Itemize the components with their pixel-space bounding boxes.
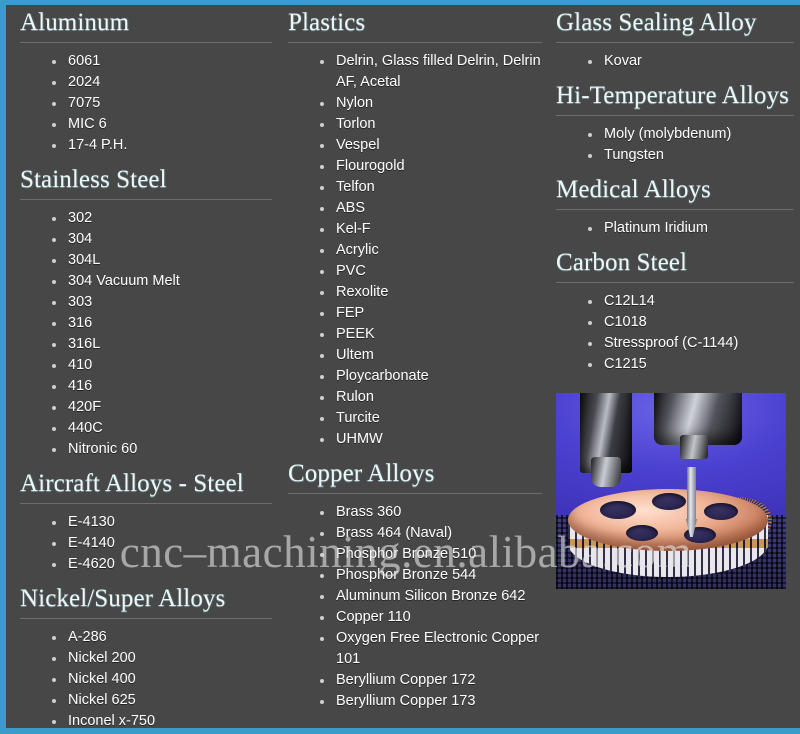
material-list-medical-alloys: Platinum Iridium (556, 218, 794, 239)
spindle-right (654, 393, 742, 459)
list-item: Inconel x-750 (50, 711, 272, 728)
list-item: Flourogold (318, 156, 542, 177)
material-list-plastics: Delrin, Glass filled Delrin, Delrin AF, … (288, 51, 542, 450)
list-item: Rexolite (318, 282, 542, 303)
list-item: C1018 (586, 312, 794, 333)
list-item: Telfon (318, 177, 542, 198)
section-title-carbon-steel: Carbon Steel (556, 249, 794, 283)
list-item: MIC 6 (50, 114, 272, 135)
workpiece-hole (652, 493, 686, 510)
list-item: Vespel (318, 135, 542, 156)
section-title-nickel-super-alloys: Nickel/Super Alloys (20, 585, 272, 619)
list-item: 6061 (50, 51, 272, 72)
list-item: UHMW (318, 429, 542, 450)
list-item: C12L14 (586, 291, 794, 312)
list-item: C1215 (586, 354, 794, 375)
cnc-machining-photo (556, 393, 786, 589)
material-list-copper-alloys: Brass 360 Brass 464 (Naval) Phosphor Bro… (288, 502, 542, 712)
list-item: PEEK (318, 324, 542, 345)
workpiece-hole (626, 525, 658, 541)
list-item: Beryllium Copper 173 (318, 691, 542, 712)
list-item: Torlon (318, 114, 542, 135)
list-item: Platinum Iridium (586, 218, 794, 239)
section-title-medical-alloys: Medical Alloys (556, 176, 794, 210)
list-item: E-4620 (50, 554, 272, 575)
list-item: Nitronic 60 (50, 439, 272, 460)
list-item: Aluminum Silicon Bronze 642 (318, 586, 542, 607)
section-title-hi-temperature-alloys: Hi-Temperature Alloys (556, 82, 794, 116)
list-item: 304 (50, 229, 272, 250)
list-item: 316L (50, 334, 272, 355)
list-item: PVC (318, 261, 542, 282)
list-item: Kel-F (318, 219, 542, 240)
section-title-aircraft-alloys-steel: Aircraft Alloys - Steel (20, 470, 272, 504)
list-item: 416 (50, 376, 272, 397)
list-item: Tungsten (586, 145, 794, 166)
list-item: Acrylic (318, 240, 542, 261)
column-3: Glass Sealing Alloy Kovar Hi-Temperature… (550, 5, 800, 728)
material-list-aircraft-alloys-steel: E-4130 E-4140 E-4620 (20, 512, 272, 575)
list-item: Nickel 200 (50, 648, 272, 669)
cutting-tool-shank (687, 467, 696, 523)
list-item: Ultem (318, 345, 542, 366)
section-title-glass-sealing-alloy: Glass Sealing Alloy (556, 9, 794, 43)
workpiece-hole (600, 501, 636, 519)
material-list-aluminum: 6061 2024 7075 MIC 6 17-4 P.H. (20, 51, 272, 156)
list-item: Nickel 625 (50, 690, 272, 711)
list-item: Nylon (318, 93, 542, 114)
list-item: 303 (50, 292, 272, 313)
list-item: ABS (318, 198, 542, 219)
list-item: 420F (50, 397, 272, 418)
list-item: Brass 464 (Naval) (318, 523, 542, 544)
list-item: Kovar (586, 51, 794, 72)
list-item: Beryllium Copper 172 (318, 670, 542, 691)
section-title-stainless-steel: Stainless Steel (20, 166, 272, 200)
workpiece-hole (704, 503, 738, 520)
material-list-stainless-steel: 302 304 304L 304 Vacuum Melt 303 316 316… (20, 208, 272, 460)
list-item: Oxygen Free Electronic Copper 101 (318, 628, 542, 670)
list-item: Turcite (318, 408, 542, 429)
list-item: Phosphor Bronze 544 (318, 565, 542, 586)
list-item: FEP (318, 303, 542, 324)
material-list-carbon-steel: C12L14 C1018 Stressproof (C-1144) C1215 (556, 291, 794, 375)
section-title-plastics: Plastics (288, 9, 542, 43)
list-item: Delrin, Glass filled Delrin, Delrin AF, … (318, 51, 542, 93)
list-item: 440C (50, 418, 272, 439)
list-item: 17-4 P.H. (50, 135, 272, 156)
list-item: 316 (50, 313, 272, 334)
list-item: Nickel 400 (50, 669, 272, 690)
material-list-nickel-super-alloys: A-286 Nickel 200 Nickel 400 Nickel 625 I… (20, 627, 272, 728)
column-1: Aluminum 6061 2024 7075 MIC 6 17-4 P.H. … (6, 5, 282, 728)
material-list-glass-sealing-alloy: Kovar (556, 51, 794, 72)
list-item: 2024 (50, 72, 272, 93)
list-item: 302 (50, 208, 272, 229)
column-2: Plastics Delrin, Glass filled Delrin, De… (282, 5, 550, 728)
spindle-left (580, 393, 632, 487)
list-item: Stressproof (C-1144) (586, 333, 794, 354)
materials-page: Aluminum 6061 2024 7075 MIC 6 17-4 P.H. … (0, 0, 800, 734)
list-item: Copper 110 (318, 607, 542, 628)
list-item: E-4130 (50, 512, 272, 533)
list-item: 304 Vacuum Melt (50, 271, 272, 292)
material-list-hi-temperature-alloys: Moly (molybdenum) Tungsten (556, 124, 794, 166)
list-item: 304L (50, 250, 272, 271)
list-item: E-4140 (50, 533, 272, 554)
list-item: 7075 (50, 93, 272, 114)
section-title-copper-alloys: Copper Alloys (288, 460, 542, 494)
section-title-aluminum: Aluminum (20, 9, 272, 43)
list-item: Brass 360 (318, 502, 542, 523)
list-item: 410 (50, 355, 272, 376)
list-item: Rulon (318, 387, 542, 408)
materials-columns: Aluminum 6061 2024 7075 MIC 6 17-4 P.H. … (6, 5, 800, 728)
list-item: Phosphor Bronze 510 (318, 544, 542, 565)
list-item: Moly (molybdenum) (586, 124, 794, 145)
list-item: A-286 (50, 627, 272, 648)
cnc-machining-photo-image (556, 393, 786, 589)
list-item: Ploycarbonate (318, 366, 542, 387)
